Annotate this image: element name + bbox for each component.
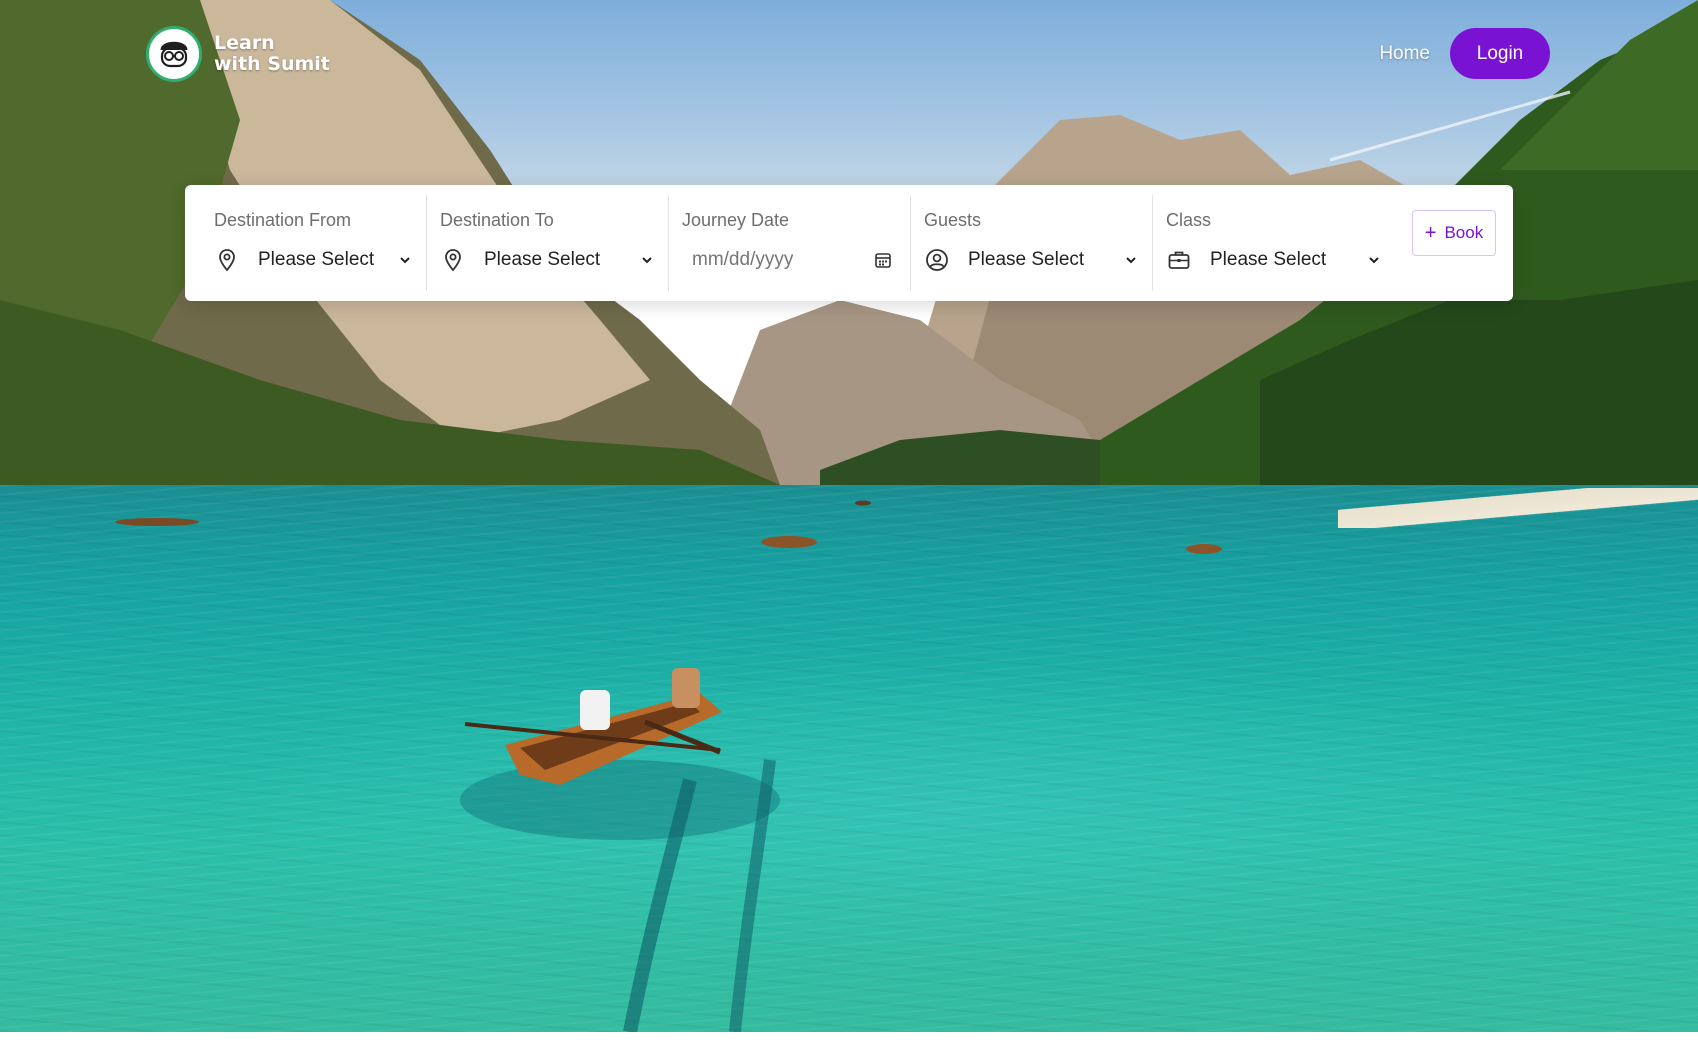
calendar-icon[interactable]: [870, 247, 896, 273]
booking-form: Destination From Please Select Destinati…: [185, 185, 1513, 301]
chevron-down-icon: [640, 253, 654, 267]
class-select[interactable]: Please Select: [1166, 245, 1381, 275]
brand-name: Learn with Sumit: [214, 33, 330, 75]
journey-date-row: [682, 245, 896, 275]
destination-from-label: Destination From: [214, 210, 352, 230]
destination-from-field[interactable]: Destination From Please Select: [185, 195, 427, 291]
book-button-label: Book: [1444, 223, 1484, 242]
guests-select[interactable]: Please Select: [924, 245, 1138, 275]
journey-date-input[interactable]: [692, 249, 862, 271]
chevron-down-icon: [1367, 253, 1381, 267]
nav-home-link[interactable]: Home: [1379, 43, 1430, 65]
guests-value: Please Select: [968, 249, 1085, 270]
top-header: Learn with Sumit Home Login: [0, 0, 1698, 110]
login-button[interactable]: Login: [1450, 28, 1550, 79]
brand-name-line1: Learn: [214, 32, 275, 54]
briefcase-icon: [1166, 247, 1192, 273]
destination-to-label: Destination To: [440, 210, 554, 230]
plus-icon: +: [1424, 222, 1437, 244]
destination-to-value: Please Select: [484, 249, 601, 270]
chevron-down-icon: [1124, 253, 1138, 267]
glasses-face-icon: [160, 41, 188, 68]
destination-from-select[interactable]: Please Select: [214, 245, 412, 275]
brand-logo[interactable]: Learn with Sumit: [146, 26, 330, 82]
brand-name-line2: with Sumit: [214, 53, 330, 75]
destination-to-select[interactable]: Please Select: [440, 245, 654, 275]
destination-from-value: Please Select: [258, 249, 375, 270]
map-pin-icon: [214, 247, 240, 273]
main-nav: Home Login: [1379, 28, 1550, 79]
logo-avatar-icon: [146, 26, 202, 82]
destination-to-field[interactable]: Destination To Please Select: [427, 195, 669, 291]
guests-field[interactable]: Guests Please Select: [911, 195, 1153, 291]
map-pin-icon: [440, 247, 466, 273]
book-button[interactable]: + Book: [1412, 210, 1496, 256]
boats-illustration: [115, 500, 1222, 1032]
guests-label: Guests: [924, 210, 982, 230]
book-button-wrap: + Book: [1395, 195, 1513, 291]
hero-background: [0, 0, 1698, 1032]
journey-date-field[interactable]: Journey Date: [669, 195, 911, 291]
chevron-down-icon: [398, 253, 412, 267]
user-circle-icon: [924, 247, 950, 273]
class-label: Class: [1166, 210, 1212, 230]
class-field[interactable]: Class Please Select: [1153, 195, 1395, 291]
class-value: Please Select: [1210, 249, 1327, 270]
journey-date-label: Journey Date: [682, 210, 790, 230]
